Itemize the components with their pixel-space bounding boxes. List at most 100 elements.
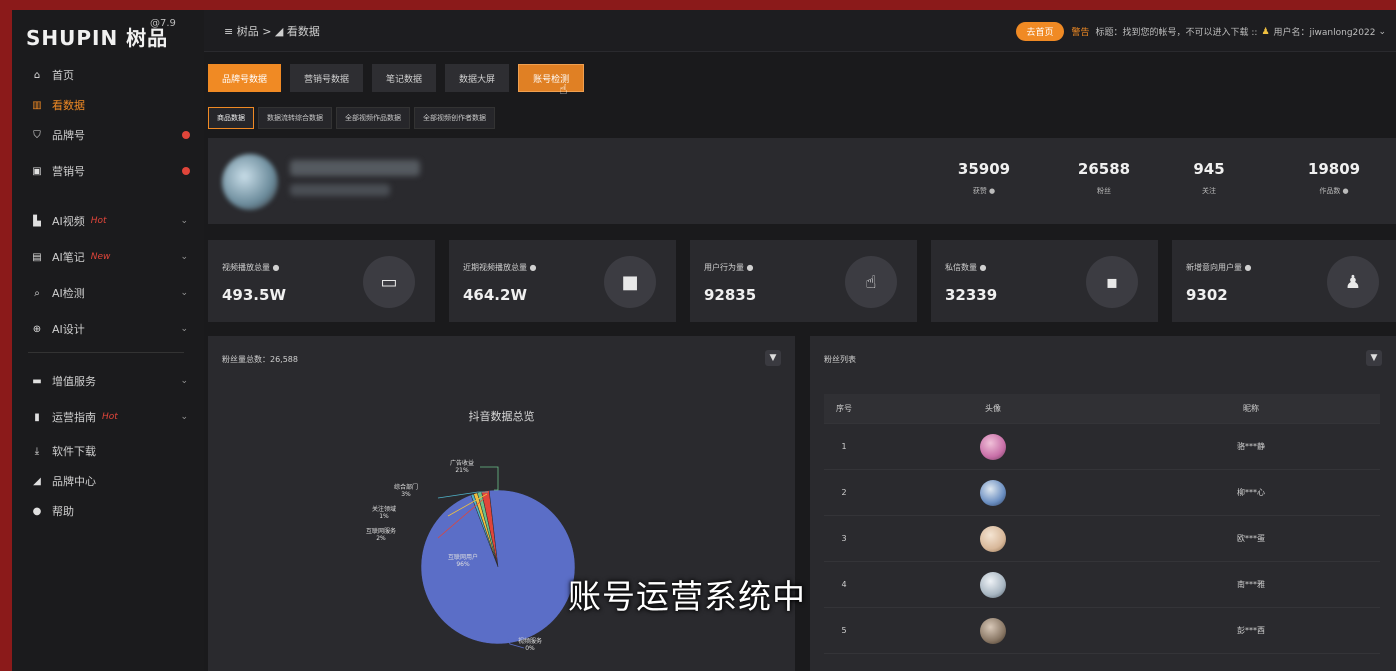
tab-notes-data[interactable]: 笔记数据 (372, 64, 437, 92)
metric-title: 私信数量 ● (945, 263, 987, 272)
sidebar-item-label: 品牌号 (52, 129, 85, 142)
row-index: 3 (841, 534, 847, 543)
primary-tabs: 品牌号数据 营销号数据 笔记数据 数据大屏 账号检测 (208, 64, 593, 92)
sidebar-item-label: AI检测 (52, 287, 85, 300)
user-icon: ♟ (1327, 256, 1379, 308)
column-header: 昵称 (1243, 404, 1259, 413)
tab-data-screen[interactable]: 数据大屏 (445, 64, 510, 92)
home-icon: ⌂ (33, 69, 41, 81)
avatar (980, 571, 1006, 598)
metric-card-new-leads: 新增意向用户量 ● 9302 ♟ (1172, 240, 1396, 322)
help-icon: ● (32, 505, 42, 517)
sidebar-item-help[interactable]: ● 帮助 (12, 496, 204, 526)
metric-value: 493.5W (222, 286, 286, 304)
sidebar-item-brand-center[interactable]: ◢ 品牌中心 (12, 466, 204, 496)
metric-card-video-views: 视频播放总量 ● 493.5W ▭ (208, 240, 435, 322)
sidebar-item-ai-design[interactable]: ⊕ AI设计 ⌄ (12, 314, 204, 344)
pie-chart (420, 466, 576, 649)
avatar (980, 525, 1006, 552)
tab-marketing-data[interactable]: 营销号数据 (290, 64, 364, 92)
row-index: 2 (841, 488, 847, 497)
fans-table: 序号 头像 昵称 1 骆***静 2 柳***心 3 欧***蛋 4 南***雅… (824, 394, 1380, 654)
metric-value: 464.2W (463, 286, 527, 304)
sidebar-divider (28, 352, 184, 353)
sidebar-item-ai-notes[interactable]: ▤ AI笔记 New ⌄ (12, 242, 204, 272)
doc-icon: ▤ (32, 251, 42, 263)
table-row[interactable]: 1 骆***静 (824, 424, 1380, 470)
sidebar-item-services[interactable]: ▬ 增值服务 ⌄ (12, 366, 204, 396)
notice-text: 标题：找到您的帐号，不可以进入下载 :: (1095, 28, 1258, 38)
sidebar-item-download[interactable]: ⤓ 软件下载 (12, 436, 204, 466)
pie-label: 互联网用户 96% (448, 554, 479, 569)
pie-slice[interactable] (420, 489, 576, 645)
avatar (980, 479, 1006, 506)
hand-icon: ☝ (845, 256, 897, 308)
tab-all-videos[interactable]: 全部视频作品数据 (336, 107, 410, 129)
sidebar-item-marketing[interactable]: ▣ 营销号 (12, 156, 204, 186)
brand-logo[interactable]: SHUPIN 树品 @7.9 (26, 16, 196, 50)
sidebar-item-home[interactable]: ⌂ 首页 (12, 60, 204, 90)
stat-value: 26588 (1077, 160, 1131, 178)
sidebar-item-filter[interactable]: ⛉ 品牌号 (12, 120, 204, 150)
hot-tag: Hot (102, 412, 118, 422)
thumb-icon: ◢ (33, 475, 41, 487)
tab-brand-data[interactable]: 品牌号数据 (208, 64, 282, 92)
sidebar-item-ai-video[interactable]: ▙ AI视频 Hot ⌄ (12, 206, 204, 236)
sidebar-item-label: AI笔记 (52, 251, 85, 264)
sidebar-item-label: AI设计 (52, 323, 85, 336)
stat-following: 945 关注 (1164, 160, 1254, 196)
row-nickname: 欧***蛋 (1237, 534, 1265, 543)
search-icon: ⌕ (34, 287, 40, 299)
logo-text: SHUPIN 树品 (26, 26, 169, 50)
sidebar-item-guide[interactable]: ▮ 运营指南 Hot ⌄ (12, 402, 204, 432)
book-icon: ▮ (34, 411, 40, 423)
download-icon[interactable]: ▼ (1366, 350, 1382, 366)
avatar (222, 154, 278, 210)
tab-flow-data[interactable]: 数据流转综合数据 (258, 107, 332, 129)
avatar (980, 433, 1006, 460)
tab-product-data[interactable]: 商品数据 (208, 107, 254, 129)
tab-all-creators[interactable]: 全部视频创作者数据 (414, 107, 495, 129)
pie-label: 视频服务 0% (518, 638, 543, 653)
pie-label: 广告收益 21% (450, 460, 475, 475)
download-icon: ⤓ (34, 445, 40, 457)
stat-followers: 26588 粉丝 (1044, 160, 1164, 196)
pie-label: 互联网服务 2% (366, 528, 397, 543)
row-index: 4 (841, 580, 847, 589)
table-header-row: 序号 头像 昵称 (824, 394, 1380, 424)
row-index: 5 (841, 626, 847, 635)
warning-label: 警告 (1071, 28, 1090, 38)
table-row[interactable]: 3 欧***蛋 (824, 516, 1380, 562)
app-frame: SHUPIN 树品 @7.9 ⌂ 首页 ▥ 看数据 ⛉ 品牌号 ▣ 营销号 ▙ … (12, 10, 1396, 671)
sidebar-item-label: 帮助 (52, 505, 74, 518)
username-menu[interactable]: 用户名：jiwanlong2022 (1274, 25, 1376, 38)
sidebar-item-data[interactable]: ▥ 看数据 (12, 90, 204, 120)
stat-value: 35909 (957, 160, 1011, 178)
account-id-blurred (290, 184, 390, 196)
chevron-down-icon: ⌄ (180, 288, 188, 298)
breadcrumb[interactable]: ≡ 树品 > ◢ 看数据 (224, 23, 320, 39)
robot-icon: ▙ (33, 215, 41, 227)
metric-title: 视频播放总量 ● (222, 263, 280, 272)
row-nickname: 骆***静 (1237, 442, 1265, 451)
table-row[interactable]: 5 彭***酉 (824, 608, 1380, 654)
chevron-down-icon: ⌄ (180, 252, 188, 262)
filter-icon: ⛉ (33, 129, 41, 141)
table-row[interactable]: 4 南***雅 (824, 562, 1380, 608)
metric-card-user-actions: 用户行为量 ● 92835 ☝ (690, 240, 917, 322)
stat-value: 945 (1193, 160, 1225, 178)
chevron-down-icon[interactable]: ⌄ (1378, 27, 1386, 37)
pie-label: 关注领域 1% (372, 506, 397, 521)
sidebar-item-ai-detect[interactable]: ⌕ AI检测 ⌄ (12, 278, 204, 308)
tab-account-check[interactable]: 账号检测 (518, 64, 585, 92)
pie-label: 综合部门 3% (394, 484, 419, 499)
home-pill-button[interactable]: 去首页 (1016, 22, 1064, 41)
user-icon: ♟ (1261, 26, 1270, 37)
table-row[interactable]: 2 柳***心 (824, 470, 1380, 516)
metric-title: 用户行为量 ● (704, 263, 754, 272)
row-nickname: 柳***心 (1237, 488, 1265, 497)
message-icon: ▪ (1086, 256, 1138, 308)
metric-card-recent-views: 近期视频播放总量 ● 464.2W ■ (449, 240, 676, 322)
metric-value: 32339 (945, 286, 998, 304)
hot-tag: Hot (90, 216, 107, 226)
